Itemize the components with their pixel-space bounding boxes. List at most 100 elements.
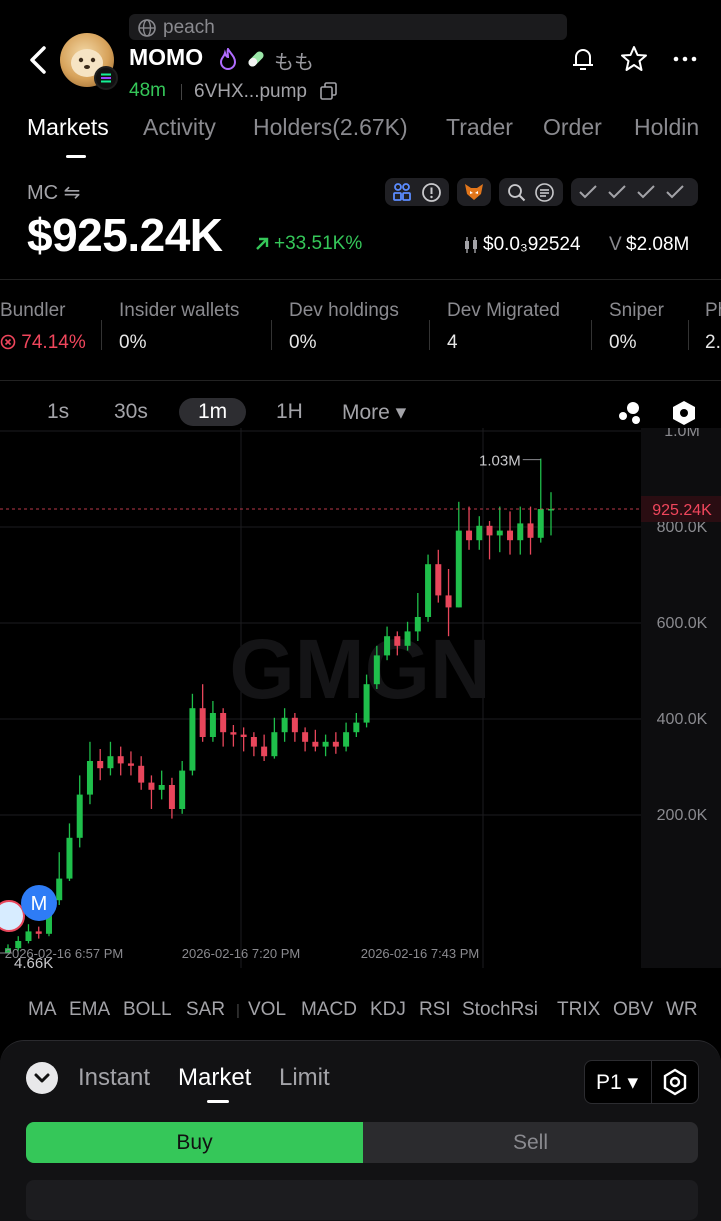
- address-bar[interactable]: peach: [129, 14, 567, 40]
- candle-body: [332, 741, 339, 747]
- bell-icon[interactable]: [568, 44, 598, 74]
- y-tick-label: 400.0K: [657, 711, 708, 728]
- stat-dev-holdings[interactable]: Dev holdings 0%: [289, 300, 399, 354]
- timeframe-1h[interactable]: 1H: [276, 400, 303, 424]
- chevron-down-icon: [34, 1073, 50, 1083]
- stat-label: Dev Migrated: [447, 300, 560, 321]
- candle-body: [117, 756, 124, 764]
- trade-settings-button[interactable]: [651, 1060, 699, 1104]
- candle-body: [302, 732, 309, 742]
- star-icon[interactable]: [619, 44, 649, 74]
- stat-separator: [429, 320, 430, 350]
- tab-order[interactable]: Order: [543, 114, 602, 141]
- stat-value: 2.: [705, 332, 721, 353]
- fox-icon: [465, 184, 483, 200]
- badge-checks[interactable]: [571, 178, 698, 206]
- badge-wallet[interactable]: [457, 178, 491, 206]
- tab-markets[interactable]: Markets: [27, 114, 109, 141]
- candle-body: [425, 564, 432, 617]
- chart-watermark: GMGN: [229, 622, 490, 716]
- indicator-sar[interactable]: SAR: [186, 999, 225, 1021]
- indicator-trix[interactable]: TRIX: [557, 999, 600, 1021]
- candle-body: [240, 734, 247, 737]
- stat-value: 0%: [119, 332, 147, 353]
- token-name: MOMO: [129, 44, 204, 70]
- copy-icon[interactable]: [320, 82, 338, 100]
- candle-body: [199, 708, 206, 737]
- stat-label: Dev holdings: [289, 300, 399, 321]
- indicator-kdj[interactable]: KDJ: [370, 999, 406, 1021]
- candle-body: [414, 617, 421, 632]
- candle-body: [537, 509, 544, 538]
- amount-input[interactable]: [26, 1180, 698, 1220]
- candle-body: [363, 684, 370, 723]
- indicator-macd[interactable]: MACD: [301, 999, 357, 1021]
- candle-body: [496, 530, 503, 536]
- tab-holders[interactable]: Holders(2.67K): [253, 114, 408, 141]
- timeframe-1m[interactable]: 1m: [179, 398, 247, 426]
- tab-activity[interactable]: Activity: [143, 114, 216, 141]
- tab-trader[interactable]: Trader: [446, 114, 513, 141]
- stat-separator: [591, 320, 592, 350]
- y-tick-label: 200.0K: [657, 807, 708, 824]
- candle-body: [250, 737, 257, 747]
- bubble-map-icon[interactable]: [616, 400, 644, 426]
- candle-body: [148, 782, 155, 790]
- stat-dev-migrated[interactable]: Dev Migrated 4: [447, 300, 560, 354]
- indicator-ema[interactable]: EMA: [69, 999, 110, 1021]
- indicator-wr[interactable]: WR: [666, 999, 698, 1021]
- candle-body: [281, 717, 288, 733]
- y-tick-label: 1.0M: [664, 428, 700, 440]
- arrow-up-right-icon: [256, 237, 269, 250]
- stat-label: Sniper: [609, 300, 664, 321]
- price-chart[interactable]: GMGN 1.0M800.0K600.0K400.0K200.0K 2026-0…: [0, 428, 721, 968]
- indicator-stochrsi[interactable]: StochRsi: [462, 999, 538, 1021]
- timeframe-30s[interactable]: 30s: [114, 400, 148, 424]
- more-icon[interactable]: [670, 44, 700, 74]
- mode-market[interactable]: Market: [178, 1064, 251, 1092]
- sell-button[interactable]: Sell: [363, 1122, 698, 1163]
- candle-body: [230, 732, 237, 735]
- candle-body: [476, 525, 483, 541]
- indicator-rsi[interactable]: RSI: [419, 999, 451, 1021]
- settings-hex-icon[interactable]: [671, 400, 697, 426]
- tab-active-indicator: [66, 155, 86, 158]
- x-axis-ticks: 2026-02-16 6:57 PM 2026-02-16 7:20 PM 2026…: [5, 946, 480, 961]
- indicator-obv[interactable]: OBV: [613, 999, 653, 1021]
- indicator-separator: |: [236, 1002, 240, 1019]
- timeframe-1s[interactable]: 1s: [47, 400, 69, 424]
- candles-icon: [465, 237, 477, 253]
- indicator-vol[interactable]: VOL: [248, 999, 286, 1021]
- candle-body: [435, 564, 442, 596]
- indicator-boll[interactable]: BOLL: [123, 999, 172, 1021]
- candle-body: [343, 732, 350, 747]
- stat-value: 0%: [289, 332, 317, 353]
- buy-button[interactable]: Buy: [26, 1122, 363, 1163]
- stat-truncated[interactable]: Ph 2.: [705, 300, 721, 354]
- badge-group-holders[interactable]: [385, 178, 449, 206]
- x-tick-label: 2026-02-16 7:43 PM: [361, 946, 480, 961]
- back-arrow-icon[interactable]: [22, 40, 56, 80]
- mode-limit[interactable]: Limit: [279, 1064, 330, 1092]
- stat-label: Insider wallets: [119, 300, 240, 321]
- market-cap-label[interactable]: MC ⇋: [27, 180, 80, 205]
- mode-instant[interactable]: Instant: [78, 1064, 150, 1092]
- badge-search[interactable]: [499, 178, 563, 206]
- stat-sniper[interactable]: Sniper 0%: [609, 300, 664, 354]
- candle-body: [97, 761, 104, 769]
- gear-icon: [663, 1068, 687, 1096]
- preset-selector[interactable]: P1 ▾: [584, 1060, 652, 1104]
- candle-body: [189, 708, 196, 771]
- stat-bundler[interactable]: Bundler 74.14%: [0, 300, 86, 354]
- avatar-marker: [0, 900, 25, 932]
- timeframe-more[interactable]: More ▾: [342, 400, 406, 425]
- stat-insider-wallets[interactable]: Insider wallets 0%: [119, 300, 239, 354]
- collapse-button[interactable]: [26, 1062, 58, 1094]
- divider: [0, 380, 721, 381]
- candle-body: [527, 523, 534, 538]
- indicator-ma[interactable]: MA: [28, 999, 57, 1021]
- token-age: 48m: [129, 80, 166, 101]
- candle-body: [517, 523, 524, 541]
- tab-holdings[interactable]: Holdin: [634, 114, 721, 141]
- candle-body: [507, 530, 514, 541]
